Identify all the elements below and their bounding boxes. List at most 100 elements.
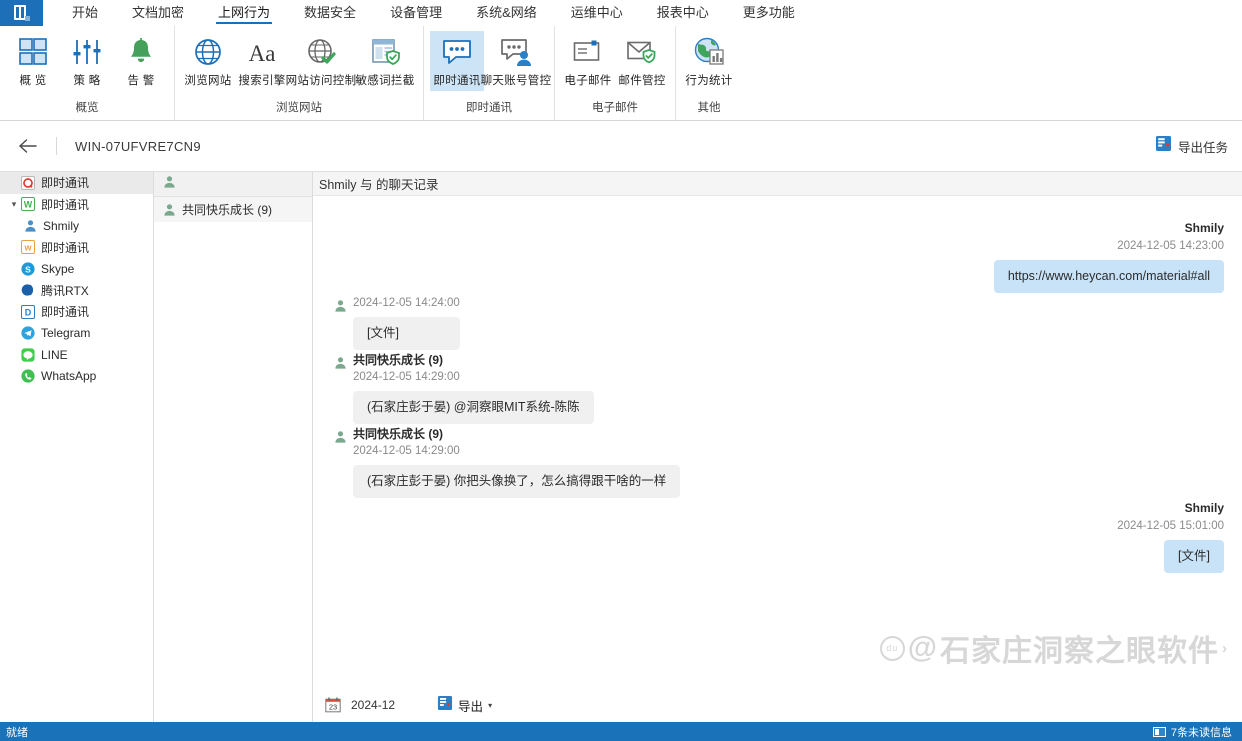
ribbon-tab-5[interactable]: 系统&网络 — [459, 0, 554, 26]
sidebar-item-icon-wrap: w — [20, 239, 36, 255]
chat-message-list: Shmily2024-12-05 14:23:00https://www.hey… — [313, 196, 1242, 688]
chat-footer-toolbar: 23 2024-12 导出 ▾ — [313, 688, 1242, 722]
contact-blue-icon — [24, 219, 37, 232]
sidebar-item-whatsapp[interactable]: WhatsApp — [0, 366, 153, 388]
export-task-button[interactable]: 导出任务 — [1155, 135, 1242, 157]
sidebar-item-label: Shmily — [43, 219, 79, 233]
message-icon — [1153, 727, 1166, 737]
svg-text:23: 23 — [329, 703, 337, 712]
ribbon-button-label: 概 览 — [19, 72, 46, 88]
unread-messages-indicator[interactable]: 7条未读信息 — [1153, 724, 1242, 740]
watermark-text: 石家庄洞察之眼软件 — [940, 626, 1219, 670]
chat-message-bubble[interactable]: [文件] — [1164, 540, 1224, 573]
ribbon-group-items: 概 览 策 略 告 警 — [6, 26, 168, 91]
ribbon-button-chat-user[interactable]: 聊天账号管控 — [484, 31, 548, 91]
application-window: 开始文档加密上网行为数据安全设备管理系统&网络运维中心报表中心更多功能 概 览 … — [0, 0, 1242, 741]
sidebar-item-wework[interactable]: w即时通讯 — [0, 237, 153, 259]
export-icon — [437, 695, 453, 716]
sidebar-item-icon-wrap: S — [20, 261, 36, 277]
ribbon-tab-8[interactable]: 更多功能 — [726, 0, 812, 26]
line-icon — [21, 348, 35, 362]
watermark-at: @ — [908, 631, 938, 665]
chat-export-button[interactable]: 导出 ▾ — [437, 695, 492, 716]
ribbon-group-items: 即时通讯 聊天账号管控 — [430, 26, 548, 91]
sidebar-item-dingtalk[interactable]: D即时通讯 — [0, 301, 153, 323]
ribbon-group-title: 浏览网站 — [181, 99, 417, 120]
ribbon-button-label: 行为统计 — [685, 72, 732, 88]
ribbon-button-label: 敏感词拦截 — [356, 72, 415, 88]
chat-message-time: 2024-12-05 14:24:00 — [353, 295, 460, 311]
ribbon-button-globe-chart[interactable]: 行为统计 — [682, 31, 736, 91]
contact-icon — [331, 299, 349, 312]
ribbon-button-icon-wrap — [624, 35, 660, 69]
chat-message-bubble[interactable]: [文件] — [353, 317, 460, 350]
chat-message-bubble[interactable]: (石家庄彭于晏) 你把头像换了，怎么搞得跟干啥的一样 — [353, 465, 680, 498]
sidebar-item-icon-wrap: D — [20, 304, 36, 320]
sidebar-item-telegram[interactable]: Telegram — [0, 323, 153, 345]
im-app-list-panel: 即时通讯▾ W即时通讯 Shmily w即时通讯 SSkype 腾讯RTX D即… — [0, 172, 154, 722]
chat-message-time: 2024-12-05 14:23:00 — [1117, 238, 1224, 254]
chevron-down-icon[interactable]: ▾ — [8, 199, 20, 210]
ribbon-button-label: 搜索引擎 — [238, 72, 285, 88]
ribbon-tab-7[interactable]: 报表中心 — [640, 0, 726, 26]
sidebar-item-wechat[interactable]: ▾ W即时通讯 — [0, 194, 153, 216]
globe-chart-icon — [693, 37, 725, 67]
sidebar-item-icon-wrap — [20, 347, 36, 363]
overview-grid-icon — [18, 37, 48, 67]
ribbon-tab-1[interactable]: 文档加密 — [115, 0, 201, 26]
ribbon-button-chat-bubble[interactable]: 即时通讯 — [430, 31, 484, 91]
contact-icon — [163, 203, 176, 216]
ribbon-button-overview-grid[interactable]: 概 览 — [6, 31, 60, 91]
sidebar-item-icon-wrap — [20, 282, 36, 298]
avatar — [331, 352, 349, 424]
ribbon-tab-6[interactable]: 运维中心 — [554, 0, 640, 26]
ribbon-button-text-aa[interactable]: Aa 搜索引擎 — [235, 31, 289, 91]
ribbon-group-title: 电子邮件 — [561, 99, 669, 120]
chat-message-sender: Shmily — [1185, 500, 1224, 517]
chat-user-icon — [500, 37, 532, 67]
chat-message-bubble[interactable]: (石家庄彭于晏) @洞察眼MIT系统-陈陈 — [353, 391, 594, 424]
ribbon-button-icon-wrap — [15, 35, 51, 69]
ribbon-tab-4[interactable]: 设备管理 — [373, 0, 459, 26]
baidu-badge-icon: du — [880, 636, 905, 661]
chat-message-time: 2024-12-05 14:29:00 — [353, 369, 594, 385]
text-aa-icon: Aa — [246, 37, 278, 67]
chat-message: 共同快乐成长 (9)2024-12-05 14:29:00(石家庄彭于晏) 你把… — [313, 426, 1242, 498]
contact-list-panel: 共同快乐成长 (9) — [154, 172, 313, 722]
sidebar-item-label: WhatsApp — [41, 369, 96, 383]
calendar-icon: 23 — [325, 697, 341, 713]
ribbon-button-globe-check[interactable]: 网站访问控制 — [289, 31, 353, 91]
back-button[interactable] — [0, 121, 56, 171]
chat-message-bubble[interactable]: https://www.heycan.com/material#all — [994, 260, 1224, 293]
sidebar-item-rtx[interactable]: 腾讯RTX — [0, 280, 153, 302]
sidebar-item-skype[interactable]: SSkype — [0, 258, 153, 280]
globe-check-icon — [306, 37, 336, 67]
ribbon-button-globe[interactable]: 浏览网站 — [181, 31, 235, 91]
wechat-icon: W — [21, 197, 35, 211]
ribbon-button-policy-sliders[interactable]: 策 略 — [60, 31, 114, 91]
rtx-icon — [21, 283, 35, 297]
sidebar-item-qq[interactable]: 即时通讯 — [0, 172, 153, 194]
ribbon-tab-3[interactable]: 数据安全 — [287, 0, 373, 26]
sidebar-item-contact[interactable]: Shmily — [0, 215, 153, 237]
ribbon-button-icon-wrap — [123, 35, 159, 69]
policy-sliders-icon — [72, 37, 102, 67]
list-item[interactable]: 共同快乐成长 (9) — [154, 197, 312, 222]
app-menu-button[interactable] — [0, 0, 43, 26]
avatar — [331, 295, 349, 350]
sidebar-item-line[interactable]: LINE — [0, 344, 153, 366]
ribbon-tab-0[interactable]: 开始 — [55, 0, 115, 26]
telegram-icon — [21, 326, 35, 340]
ribbon-group-4: 行为统计其他 — [676, 26, 742, 120]
chat-message-sender: 共同快乐成长 (9) — [353, 352, 594, 369]
ribbon-button-mail[interactable]: 电子邮件 — [561, 31, 615, 91]
ribbon-button-page-shield[interactable]: 敏感词拦截 — [353, 31, 417, 91]
globe-icon — [193, 37, 223, 67]
chat-message-sender: Shmily — [1185, 220, 1224, 237]
ribbon-group-title: 其他 — [682, 99, 736, 120]
ribbon-button-alarm-bell[interactable]: 告 警 — [114, 31, 168, 91]
ribbon-button-mail-shield[interactable]: 邮件管控 — [615, 31, 669, 91]
ribbon-button-icon-wrap — [570, 35, 606, 69]
ribbon-tab-2[interactable]: 上网行为 — [201, 0, 287, 26]
ribbon-group-title: 即时通讯 — [430, 99, 548, 120]
